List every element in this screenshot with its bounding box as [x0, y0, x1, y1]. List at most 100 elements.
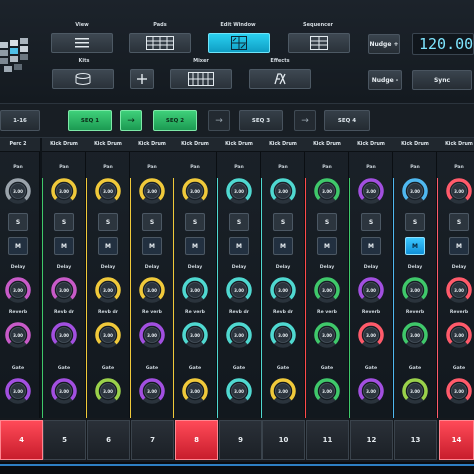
mute-button[interactable]: M — [361, 237, 381, 255]
sync-button[interactable]: Sync — [412, 70, 472, 90]
solo-button[interactable]: S — [449, 213, 469, 231]
view-button[interactable] — [51, 33, 113, 53]
channel-button[interactable]: 12 — [350, 420, 393, 460]
knob[interactable]: 3.00 — [314, 378, 340, 404]
knob[interactable]: 3.00 — [358, 178, 384, 204]
solo-button[interactable]: S — [361, 213, 381, 231]
mute-button[interactable]: M — [449, 237, 469, 255]
knob[interactable]: 3.00 — [95, 322, 121, 348]
nudge-minus-button[interactable]: Nudge - — [368, 70, 402, 90]
knob[interactable]: 3.00 — [95, 378, 121, 404]
mute-button[interactable]: M — [8, 237, 28, 255]
knob[interactable]: 3.00 — [314, 178, 340, 204]
knob[interactable]: 3.00 — [446, 378, 472, 404]
arrow-right-icon[interactable]: → — [120, 110, 142, 131]
channel-button[interactable]: 5 — [43, 420, 86, 460]
mute-button[interactable]: M — [405, 237, 425, 255]
channel-button[interactable]: 7 — [131, 420, 174, 460]
mute-button[interactable]: M — [273, 237, 293, 255]
seq-1-button[interactable]: SEQ 1 — [68, 110, 112, 131]
knob[interactable]: 3.00 — [139, 322, 165, 348]
mute-button[interactable]: M — [142, 237, 162, 255]
solo-button[interactable]: S — [317, 213, 337, 231]
knob[interactable]: 3.00 — [226, 378, 252, 404]
channel-button[interactable]: 4 — [0, 420, 43, 460]
knob[interactable]: 3.00 — [358, 378, 384, 404]
knob[interactable]: 3.00 — [270, 322, 296, 348]
knob[interactable]: 3.00 — [446, 178, 472, 204]
solo-button[interactable]: S — [98, 213, 118, 231]
sequencer-button[interactable] — [288, 33, 350, 53]
knob[interactable]: 3.00 — [402, 277, 428, 303]
solo-button[interactable]: S — [142, 213, 162, 231]
mute-button[interactable]: M — [185, 237, 205, 255]
arrow-right-icon[interactable]: → — [208, 110, 230, 131]
effects-button[interactable] — [249, 69, 311, 89]
channel-button[interactable]: 14 — [439, 420, 474, 460]
channel-button[interactable]: 8 — [175, 420, 218, 460]
knob[interactable]: 3.00 — [358, 322, 384, 348]
knob[interactable]: 3.00 — [270, 277, 296, 303]
nudge-plus-button[interactable]: Nudge + — [368, 34, 400, 54]
solo-button[interactable]: S — [273, 213, 293, 231]
channel-button[interactable]: 13 — [394, 420, 437, 460]
knob[interactable]: 3.00 — [139, 178, 165, 204]
knob[interactable]: 3.00 — [95, 178, 121, 204]
knob[interactable]: 3.00 — [226, 277, 252, 303]
edit-window-button[interactable] — [208, 33, 270, 53]
channel-button[interactable]: 6 — [87, 420, 130, 460]
knob[interactable]: 3.00 — [314, 277, 340, 303]
pads-button[interactable] — [129, 33, 191, 53]
knob[interactable]: 3.00 — [95, 277, 121, 303]
add-button[interactable] — [130, 69, 154, 89]
knob[interactable]: 3.00 — [51, 277, 77, 303]
solo-button[interactable]: S — [54, 213, 74, 231]
seq-3-button[interactable]: SEQ 3 — [239, 110, 283, 131]
knob[interactable]: 3.00 — [51, 322, 77, 348]
seq-2-button[interactable]: SEQ 2 — [153, 110, 197, 131]
knob[interactable]: 3.00 — [358, 277, 384, 303]
mute-button[interactable]: M — [54, 237, 74, 255]
knob[interactable]: 3.00 — [402, 322, 428, 348]
mixer-button[interactable] — [170, 69, 232, 89]
knob[interactable]: 3.00 — [402, 378, 428, 404]
knob[interactable]: 3.00 — [182, 277, 208, 303]
top-toolbar: View Pads Edit Window Sequencer Nudge + … — [0, 0, 474, 104]
knob[interactable]: 3.00 — [5, 378, 31, 404]
knob[interactable]: 3.00 — [5, 277, 31, 303]
knob[interactable]: 3.00 — [402, 178, 428, 204]
knob[interactable]: 3.00 — [314, 322, 340, 348]
solo-button[interactable]: S — [229, 213, 249, 231]
kits-button[interactable] — [52, 69, 114, 89]
knob[interactable]: 3.00 — [51, 178, 77, 204]
channel-button[interactable]: 9 — [219, 420, 262, 460]
knob[interactable]: 3.00 — [182, 322, 208, 348]
knob[interactable]: 3.00 — [270, 178, 296, 204]
knob[interactable]: 3.00 — [51, 378, 77, 404]
solo-button[interactable]: S — [185, 213, 205, 231]
mute-button[interactable]: M — [98, 237, 118, 255]
knob[interactable]: 3.00 — [270, 378, 296, 404]
knob[interactable]: 3.00 — [226, 322, 252, 348]
tempo-display[interactable]: 120.000 — [412, 33, 474, 55]
mute-button[interactable]: M — [229, 237, 249, 255]
mute-button[interactable]: M — [317, 237, 337, 255]
knob[interactable]: 3.00 — [139, 378, 165, 404]
solo-button[interactable]: S — [8, 213, 28, 231]
knob[interactable]: 3.00 — [226, 178, 252, 204]
knob[interactable]: 3.00 — [182, 178, 208, 204]
knob[interactable]: 3.00 — [446, 277, 472, 303]
mixer-strips: Perc 2 Pan 3.00 S M Delay 3.00 Reverb 3.00 Gate 3.… — [0, 138, 474, 418]
channel-button[interactable]: 11 — [306, 420, 349, 460]
channel-button[interactable]: 10 — [262, 420, 305, 460]
knob[interactable]: 3.00 — [5, 322, 31, 348]
knob[interactable]: 3.00 — [5, 178, 31, 204]
strip-name: Kick Drum — [130, 138, 174, 152]
range-button[interactable]: 1-16 — [0, 110, 40, 131]
knob[interactable]: 3.00 — [446, 322, 472, 348]
solo-button[interactable]: S — [405, 213, 425, 231]
knob[interactable]: 3.00 — [182, 378, 208, 404]
arrow-right-icon[interactable]: → — [294, 110, 316, 131]
seq-4-button[interactable]: SEQ 4 — [324, 110, 370, 131]
knob[interactable]: 3.00 — [139, 277, 165, 303]
